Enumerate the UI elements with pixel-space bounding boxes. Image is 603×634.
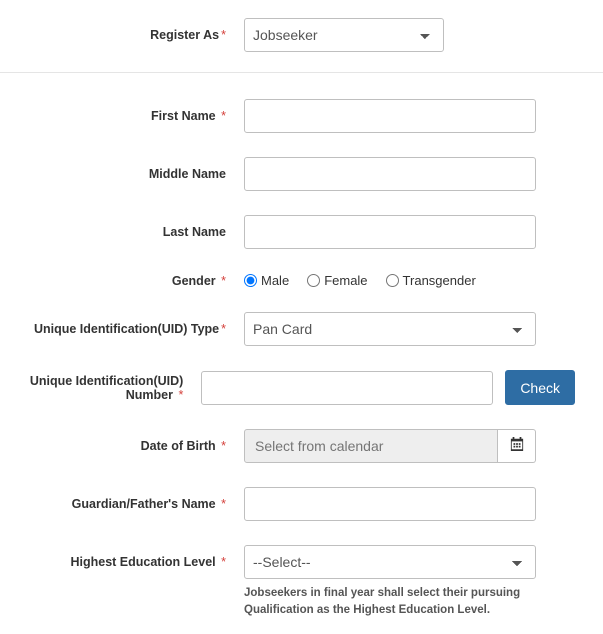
last-name-input[interactable] bbox=[244, 215, 536, 249]
gender-male-option[interactable]: Male bbox=[244, 273, 289, 288]
check-button[interactable]: Check bbox=[505, 370, 575, 405]
first-name-label: First Name * bbox=[0, 109, 244, 123]
uid-type-label: Unique Identification(UID) Type* bbox=[0, 322, 244, 336]
calendar-icon bbox=[510, 437, 524, 456]
uid-type-select[interactable]: Pan Card bbox=[244, 312, 536, 346]
uid-number-label: Unique Identification(UID) Number * bbox=[0, 374, 201, 402]
last-name-label: Last Name bbox=[0, 225, 244, 239]
gender-female-text: Female bbox=[324, 273, 367, 288]
gender-label: Gender * bbox=[0, 274, 244, 288]
guardian-label: Guardian/Father's Name * bbox=[0, 497, 244, 511]
guardian-input[interactable] bbox=[244, 487, 536, 521]
gender-female-radio[interactable] bbox=[307, 274, 320, 287]
calendar-button[interactable] bbox=[498, 429, 536, 463]
dob-label: Date of Birth * bbox=[0, 439, 244, 453]
gender-male-text: Male bbox=[261, 273, 289, 288]
uid-number-input[interactable] bbox=[201, 371, 493, 405]
register-as-label: Register As* bbox=[0, 28, 244, 42]
middle-name-label: Middle Name bbox=[0, 167, 244, 181]
gender-female-option[interactable]: Female bbox=[307, 273, 367, 288]
middle-name-input[interactable] bbox=[244, 157, 536, 191]
gender-transgender-option[interactable]: Transgender bbox=[386, 273, 476, 288]
gender-transgender-text: Transgender bbox=[403, 273, 476, 288]
register-as-select[interactable]: Jobseeker bbox=[244, 18, 444, 52]
education-note: Jobseekers in final year shall select th… bbox=[244, 583, 603, 634]
first-name-input[interactable] bbox=[244, 99, 536, 133]
dob-input[interactable] bbox=[244, 429, 498, 463]
gender-transgender-radio[interactable] bbox=[386, 274, 399, 287]
gender-male-radio[interactable] bbox=[244, 274, 257, 287]
education-label: Highest Education Level * bbox=[0, 555, 244, 569]
